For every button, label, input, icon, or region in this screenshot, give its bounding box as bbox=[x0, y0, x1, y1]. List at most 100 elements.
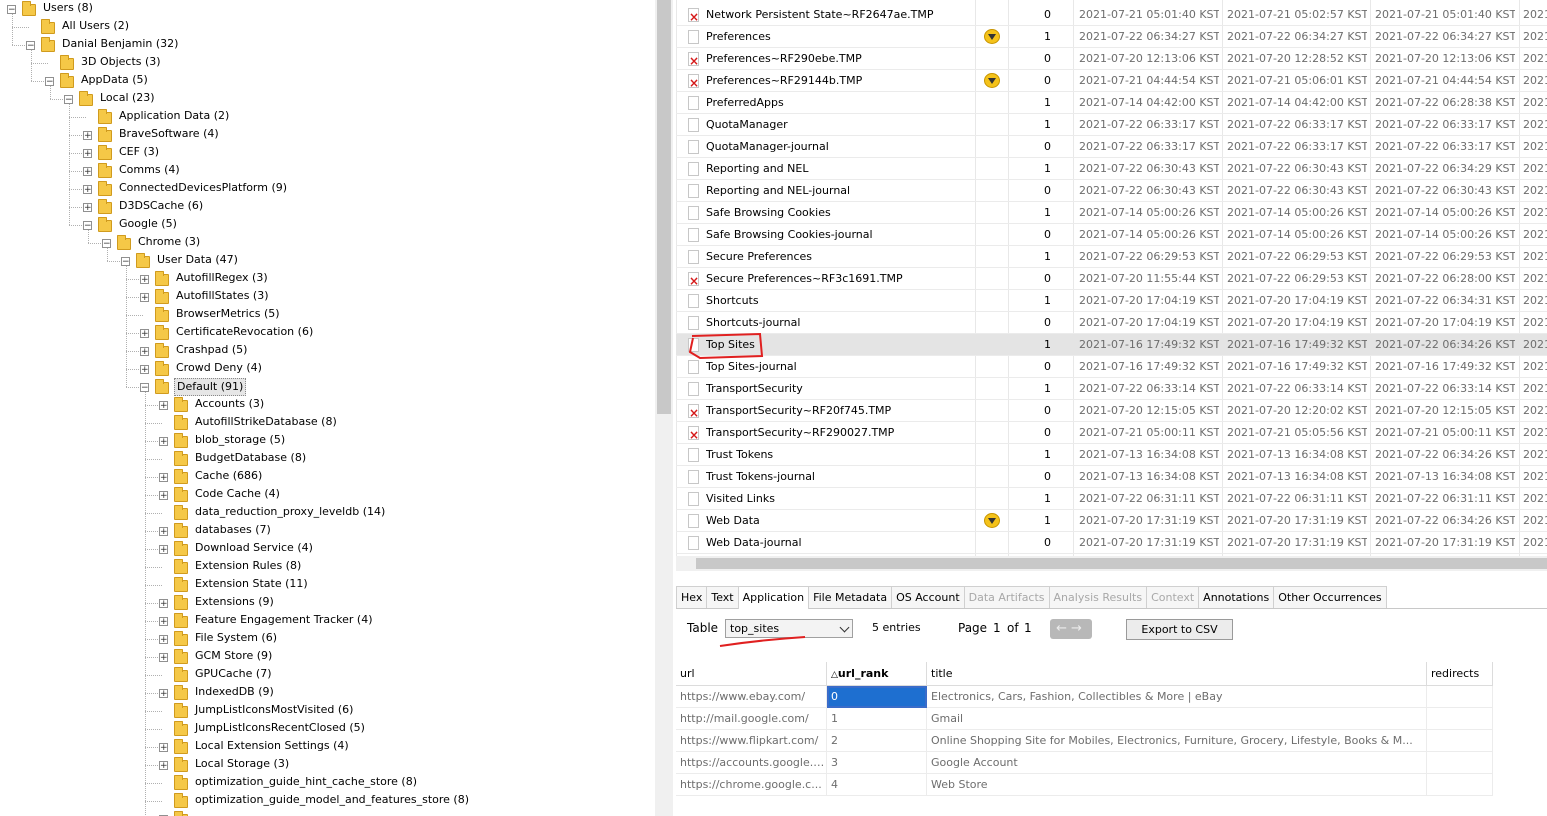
tree-node[interactable]: + Download Service (4) bbox=[0, 540, 655, 558]
file-row[interactable]: Shortcuts 1 2021-07-20 17:04:19 KST 2021-07… bbox=[676, 290, 1547, 312]
file-row[interactable]: Web Data 1 2021-07-20 17:31:19 KST 2021-07-… bbox=[676, 510, 1547, 532]
column-header-url-rank[interactable]: △url_rank bbox=[827, 662, 927, 686]
collapse-icon[interactable]: − bbox=[140, 383, 149, 393]
grid-cell-url-rank[interactable]: 4 bbox=[827, 774, 927, 796]
expand-icon[interactable]: + bbox=[159, 437, 168, 447]
tree-node[interactable]: + ConnectedDevicesPlatform (9) bbox=[0, 180, 655, 198]
tree-node[interactable]: + Accounts (3) bbox=[0, 396, 655, 414]
tab-os-account[interactable]: OS Account bbox=[891, 586, 965, 608]
export-to-csv-button[interactable]: Export to CSV bbox=[1126, 619, 1233, 640]
collapse-icon[interactable]: − bbox=[64, 95, 73, 105]
tree-node[interactable]: − Default (91) bbox=[0, 378, 655, 396]
tree-node[interactable]: AutofillStrikeDatabase (8) bbox=[0, 414, 655, 432]
tree-node[interactable]: + Local Extension Settings (4) bbox=[0, 738, 655, 756]
tree-node[interactable]: − Google (5) bbox=[0, 216, 655, 234]
collapse-icon[interactable]: − bbox=[83, 221, 92, 231]
collapse-icon[interactable]: − bbox=[121, 257, 130, 267]
page-nav-arrows-icon[interactable]: ←→ bbox=[1050, 619, 1092, 639]
expand-icon[interactable]: + bbox=[159, 599, 168, 609]
tree-node[interactable]: + File System (6) bbox=[0, 630, 655, 648]
tree-node[interactable]: optimization_guide_model_and_features_st… bbox=[0, 792, 655, 810]
tree-node[interactable]: BrowserMetrics (5) bbox=[0, 306, 655, 324]
expand-icon[interactable]: + bbox=[159, 689, 168, 699]
collapse-icon[interactable]: − bbox=[102, 239, 111, 249]
expand-icon[interactable]: + bbox=[140, 329, 149, 339]
tab-hex[interactable]: Hex bbox=[676, 586, 708, 608]
tree-node[interactable]: + databases (7) bbox=[0, 522, 655, 540]
column-header-title[interactable]: title bbox=[927, 662, 1427, 686]
tree-node[interactable]: + Local Storage (3) bbox=[0, 756, 655, 774]
column-header-redirects[interactable]: redirects bbox=[1427, 662, 1493, 686]
tab-text[interactable]: Text bbox=[706, 586, 739, 608]
file-row[interactable]: Safe Browsing Cookies 1 2021-07-14 05:00:2… bbox=[676, 202, 1547, 224]
file-row[interactable]: QuotaManager-journal 0 2021-07-22 06:33:17… bbox=[676, 136, 1547, 158]
tree-node[interactable]: + Crashpad (5) bbox=[0, 342, 655, 360]
tree-node[interactable]: 3D Objects (3) bbox=[0, 54, 655, 72]
tree-node[interactable]: + CEF (3) bbox=[0, 144, 655, 162]
tree-node[interactable]: data_reduction_proxy_leveldb (14) bbox=[0, 504, 655, 522]
tree-node[interactable]: + Code Cache (4) bbox=[0, 486, 655, 504]
grid-cell-url-rank[interactable]: 2 bbox=[827, 730, 927, 752]
tree-node[interactable]: + blob_storage (5) bbox=[0, 432, 655, 450]
tree-node[interactable]: + bbox=[0, 810, 655, 816]
file-row[interactable]: Preferences 1 2021-07-22 06:34:27 KST 2021-… bbox=[676, 26, 1547, 48]
tree-node[interactable]: + IndexedDB (9) bbox=[0, 684, 655, 702]
tree-node[interactable]: + AutofillStates (3) bbox=[0, 288, 655, 306]
expand-icon[interactable]: + bbox=[83, 203, 92, 213]
column-header-url[interactable]: url bbox=[676, 662, 827, 686]
file-row[interactable]: Secure Preferences 1 2021-07-22 06:29:53 K… bbox=[676, 246, 1547, 268]
expand-icon[interactable]: + bbox=[159, 401, 168, 411]
grid-cell-url-rank[interactable]: 0 bbox=[827, 686, 927, 708]
grid-cell-title[interactable]: Gmail bbox=[927, 708, 1427, 730]
file-row[interactable]: Reporting and NEL 1 2021-07-22 06:30:43 KS… bbox=[676, 158, 1547, 180]
tree-node[interactable]: GPUCache (7) bbox=[0, 666, 655, 684]
expand-icon[interactable]: + bbox=[83, 185, 92, 195]
tree-node[interactable]: + Crowd Deny (4) bbox=[0, 360, 655, 378]
file-row[interactable]: Top Sites 1 2021-07-16 17:49:32 KST 2021-07… bbox=[676, 334, 1547, 356]
horizontal-scrollbar-thumb[interactable] bbox=[696, 558, 1547, 569]
grid-cell-url-rank[interactable]: 1 bbox=[827, 708, 927, 730]
expand-icon[interactable]: + bbox=[159, 761, 168, 771]
collapse-icon[interactable]: − bbox=[26, 41, 35, 51]
expand-icon[interactable]: + bbox=[140, 365, 149, 375]
grid-cell-redirects[interactable] bbox=[1427, 752, 1493, 774]
file-row[interactable]: × Preferences~RF29144b.TMP 0 2021-07-21 04:… bbox=[676, 70, 1547, 92]
tree-node[interactable]: + Cache (686) bbox=[0, 468, 655, 486]
file-row[interactable]: Trust Tokens-journal 0 2021-07-13 16:34:08… bbox=[676, 466, 1547, 488]
expand-icon[interactable]: + bbox=[159, 635, 168, 645]
expand-icon[interactable]: + bbox=[140, 347, 149, 357]
tab-file-metadata[interactable]: File Metadata bbox=[808, 586, 893, 608]
expand-icon[interactable]: + bbox=[159, 491, 168, 501]
grid-cell-url[interactable]: https://www.flipkart.com/ bbox=[676, 730, 827, 752]
file-row[interactable]: × TransportSecurity~RF20f745.TMP 0 2021-07-… bbox=[676, 400, 1547, 422]
file-row[interactable]: × Network Persistent State~RF2647ae.TMP 0 2… bbox=[676, 4, 1547, 26]
grid-cell-url-rank[interactable]: 3 bbox=[827, 752, 927, 774]
file-row[interactable]: QuotaManager 1 2021-07-22 06:33:17 KST 2021… bbox=[676, 114, 1547, 136]
tree-node[interactable]: + BraveSoftware (4) bbox=[0, 126, 655, 144]
tree-node[interactable]: + D3DSCache (6) bbox=[0, 198, 655, 216]
file-row[interactable]: × TransportSecurity~RF290027.TMP 0 2021-07-… bbox=[676, 422, 1547, 444]
file-row[interactable]: PreferredApps 1 2021-07-14 04:42:00 KST 202… bbox=[676, 92, 1547, 114]
expand-icon[interactable]: + bbox=[159, 527, 168, 537]
expand-icon[interactable]: + bbox=[83, 167, 92, 177]
tree-node[interactable]: − Danial Benjamin (32) bbox=[0, 36, 655, 54]
tree-node[interactable]: + GCM Store (9) bbox=[0, 648, 655, 666]
collapse-icon[interactable]: − bbox=[45, 77, 54, 87]
file-row[interactable]: × Preferences~RF290ebe.TMP 0 2021-07-20 12:… bbox=[676, 48, 1547, 70]
tree-scrollbar-thumb[interactable] bbox=[657, 0, 671, 414]
file-row[interactable]: Top Sites-journal 0 2021-07-16 17:49:32 KS… bbox=[676, 356, 1547, 378]
tab-annotations[interactable]: Annotations bbox=[1198, 586, 1275, 608]
grid-cell-url[interactable]: https://chrome.google.c... bbox=[676, 774, 827, 796]
expand-icon[interactable]: + bbox=[140, 275, 149, 285]
expand-icon[interactable]: + bbox=[83, 131, 92, 141]
tab-application[interactable]: Application bbox=[737, 586, 810, 609]
collapse-icon[interactable]: − bbox=[7, 5, 16, 15]
grid-cell-redirects[interactable] bbox=[1427, 708, 1493, 730]
expand-icon[interactable]: + bbox=[159, 617, 168, 627]
expand-icon[interactable]: + bbox=[159, 473, 168, 483]
tab-other-occurrences[interactable]: Other Occurrences bbox=[1273, 586, 1387, 608]
grid-cell-redirects[interactable] bbox=[1427, 730, 1493, 752]
tree-node[interactable]: + AutofillRegex (3) bbox=[0, 270, 655, 288]
file-row[interactable]: Shortcuts-journal 0 2021-07-20 17:04:19 KS… bbox=[676, 312, 1547, 334]
grid-cell-url[interactable]: https://www.ebay.com/ bbox=[676, 686, 827, 708]
